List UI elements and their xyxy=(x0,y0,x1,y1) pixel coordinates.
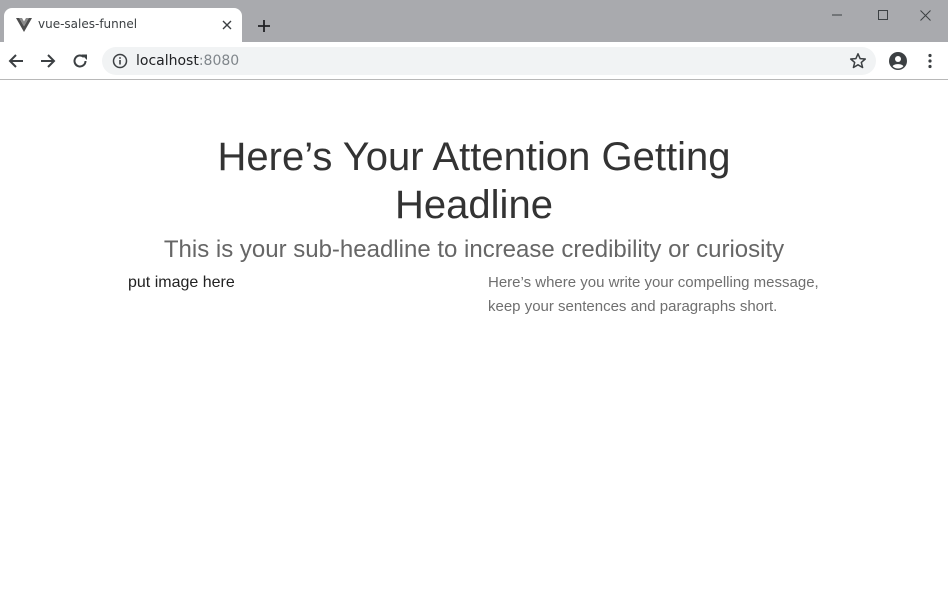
url-host: localhost xyxy=(136,53,199,69)
account-circle-icon xyxy=(889,52,907,70)
plus-icon xyxy=(258,20,270,32)
close-icon xyxy=(222,20,232,30)
maximize-button[interactable] xyxy=(860,0,906,30)
star-icon[interactable] xyxy=(849,52,867,70)
browser-toolbar: localhost:8080 xyxy=(0,42,948,80)
address-bar[interactable]: localhost:8080 xyxy=(102,47,876,75)
minimize-icon xyxy=(832,14,842,16)
close-window-button[interactable] xyxy=(902,0,948,30)
arrow-right-icon xyxy=(41,54,56,68)
back-button[interactable] xyxy=(4,49,28,73)
tab-title: vue-sales-funnel xyxy=(38,17,138,31)
subheadline: This is your sub-headline to increase cr… xyxy=(163,236,785,263)
url-text[interactable]: localhost:8080 xyxy=(136,53,239,69)
menu-button[interactable] xyxy=(918,49,942,73)
arrow-left-icon xyxy=(8,54,23,68)
info-icon[interactable] xyxy=(112,53,128,69)
browser-title-bar: vue-sales-funnel xyxy=(0,0,948,42)
page-content: Here’s Your Attention Getting Headline T… xyxy=(0,81,948,594)
reload-icon xyxy=(73,54,87,68)
url-port: :8080 xyxy=(198,53,240,69)
reload-button[interactable] xyxy=(68,49,92,73)
vue-logo-icon xyxy=(16,18,32,32)
headline: Here’s Your Attention Getting Headline xyxy=(217,135,731,227)
forward-button[interactable] xyxy=(36,49,60,73)
more-vertical-icon xyxy=(928,53,932,69)
close-icon xyxy=(919,9,931,21)
tab-close-button[interactable] xyxy=(218,16,236,34)
image-placeholder: put image here xyxy=(128,274,235,291)
message-paragraph: Here’s where you write your compelling m… xyxy=(488,274,819,315)
new-tab-button[interactable] xyxy=(252,14,276,38)
profile-button[interactable] xyxy=(886,49,910,73)
maximize-icon xyxy=(878,10,888,20)
minimize-button[interactable] xyxy=(814,0,860,30)
browser-tab[interactable]: vue-sales-funnel xyxy=(4,8,242,42)
